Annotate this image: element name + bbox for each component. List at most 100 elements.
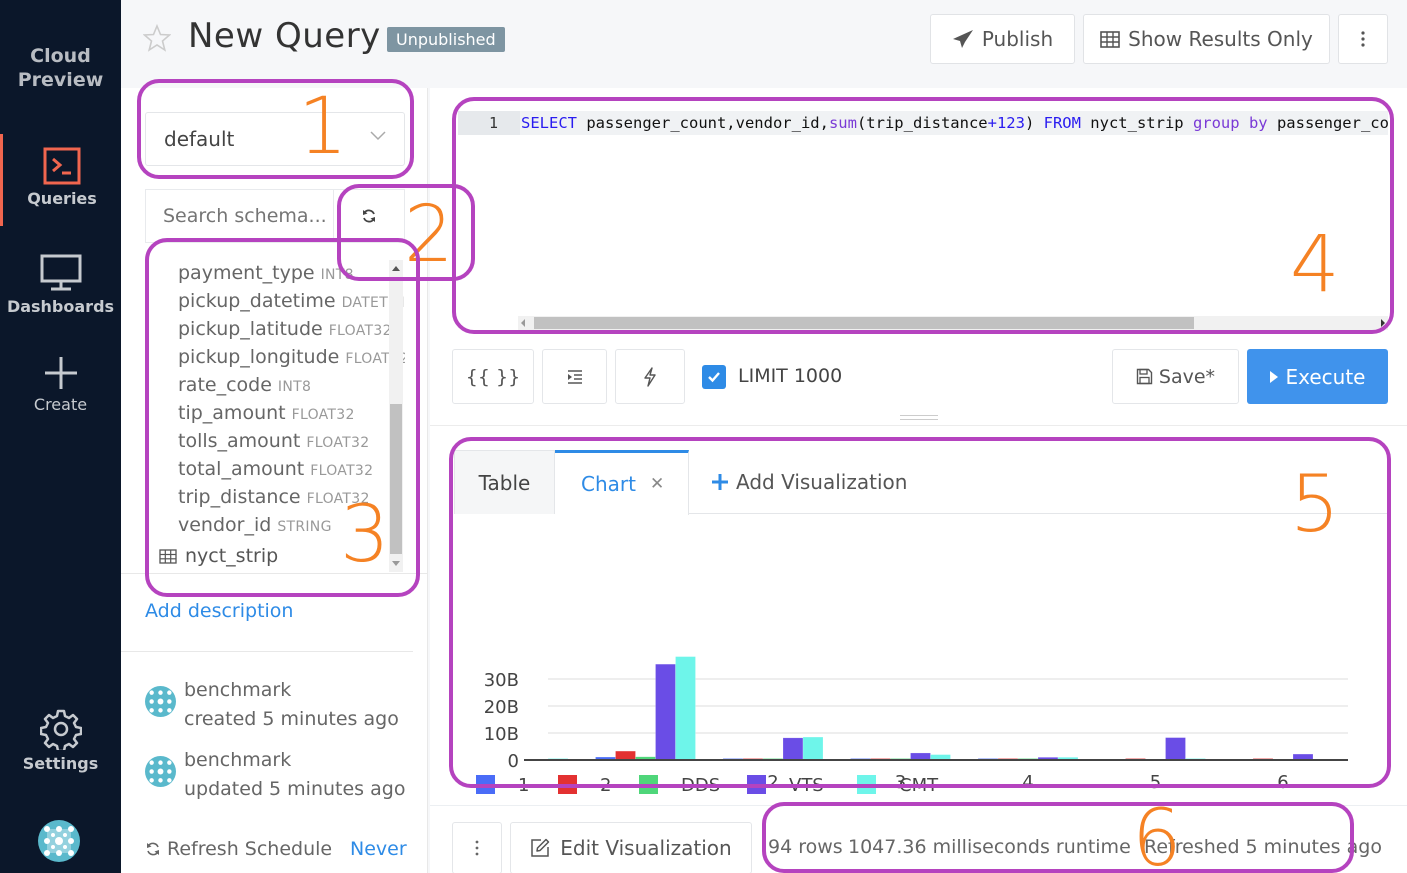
schema-column[interactable]: tolls_amount FLOAT32 [178,430,369,452]
sidebar-item-settings[interactable]: Settings [0,708,121,773]
format-query-button[interactable] [542,349,607,404]
column-name: total_amount [178,458,305,480]
legend-label: VTS [789,775,824,796]
refresh-schedule-value[interactable]: Never [350,838,407,860]
column-name: tolls_amount [178,430,301,452]
plus-icon [44,357,77,389]
column-type: STRING [277,519,332,535]
sql-token: passenger_count,vendor_id, [577,114,829,132]
favorite-star-icon[interactable] [143,24,171,52]
schema-column[interactable]: total_amount FLOAT32 [178,458,373,480]
tab-label: Chart [581,472,636,496]
refresh-schema-button[interactable] [333,189,405,243]
refreshed-time: Refreshed 5 minutes ago [1144,836,1382,858]
column-type: FLOAT32 [306,435,370,451]
schema-column[interactable]: vendor_id STRING [178,514,332,536]
sql-editor[interactable]: 1 SELECT passenger_count,vendor_id,sum(t… [458,108,1390,332]
sql-token: ) [1024,114,1044,132]
data-source-select[interactable]: default [145,112,405,166]
schema-column[interactable]: pickup_longitude FLOAT32 [178,346,405,368]
schema-table[interactable]: nyct_strip [159,545,278,567]
schema-scrollbar[interactable] [389,260,403,572]
add-visualization-button[interactable]: Add Visualization [712,450,907,514]
divider [121,651,413,652]
sidebar-item-queries[interactable]: Queries [0,134,121,226]
legend-label: 2 [600,775,611,796]
execute-button[interactable]: Execute [1247,349,1388,404]
x-tick-label: 2 [767,772,778,793]
row-count: 94 rows [768,836,843,858]
limit-checkbox[interactable] [702,365,726,389]
bar-chart: 010B20B30B12345612DDSVTSCMT [476,656,1348,796]
sidebar-item-dashboards[interactable]: Dashboards [0,253,121,316]
save-button[interactable]: Save* [1112,349,1239,404]
edit-visualization-label: Edit Visualization [560,836,732,860]
scroll-thumb[interactable] [390,404,402,554]
column-name: rate_code [178,374,272,396]
page-header: New Query Unpublished Publish Show Resul… [121,0,1407,88]
schema-search-input[interactable] [145,189,333,243]
scroll-down-icon[interactable] [392,561,400,566]
tab-chart[interactable]: Chart ✕ [555,450,689,515]
scroll-right-icon[interactable] [1381,319,1385,327]
user-avatar[interactable] [38,820,80,862]
schema-panel: default payment_type INT8 pickup_datetime… [121,88,428,873]
publish-button[interactable]: Publish [930,14,1075,64]
sql-token: group [1192,114,1240,132]
add-parameter-button[interactable]: {{ }} [452,349,534,404]
legend-label: 1 [518,775,529,796]
sql-token: SELECT [521,114,577,132]
scroll-up-icon[interactable] [392,266,400,271]
legend-swatch-2 [558,775,577,794]
table-icon [159,548,177,564]
add-visualization-label: Add Visualization [736,470,908,494]
column-type: FLOAT32 [310,463,374,479]
schema-column[interactable]: tip_amount FLOAT32 [178,402,355,424]
autocomplete-toggle-button[interactable] [615,349,685,404]
parameter-icon: {{ }} [465,365,521,388]
sql-token: by [1248,114,1268,132]
history-created: benchmark created 5 minutes ago [145,676,399,734]
legend-swatch-dds [639,775,658,794]
bar-cmt-x2 [802,736,824,761]
schema-column[interactable]: payment_type INT8 [178,262,354,284]
lightning-icon [644,366,656,387]
scroll-left-icon[interactable] [521,319,525,327]
edit-visualization-button[interactable]: Edit Visualization [510,822,752,873]
brand-logo[interactable]: Cloud Preview [0,44,121,92]
legend-label: DDS [681,775,720,796]
history-updated: benchmark updated 5 minutes ago [145,746,405,804]
sql-token: passenger_count,vendor_id [1276,114,1388,132]
scroll-thumb[interactable] [534,317,1194,329]
tab-table[interactable]: Table [454,450,555,514]
refresh-schedule-label: Refresh Schedule [167,838,333,860]
monitor-icon [40,254,81,291]
more-options-button[interactable] [1338,14,1388,64]
column-name: pickup_datetime [178,290,336,312]
limit-label[interactable]: LIMIT 1000 [738,365,842,387]
data-source-value: default [164,127,235,151]
editor-horizontal-scrollbar[interactable] [518,316,1388,330]
sidebar-item-create[interactable]: Create [0,355,121,414]
sidebar-item-label: Dashboards [6,297,115,316]
sidebar: Cloud Preview Queries Dashboards Create … [0,0,121,873]
sidebar-item-label: Queries [27,189,97,208]
avatar-pattern-icon [38,820,80,862]
column-name: payment_type [178,262,315,284]
editor-resize-handle[interactable] [900,415,938,420]
legend-label: CMT [899,775,939,796]
show-results-only-button[interactable]: Show Results Only [1083,14,1330,64]
sql-token: FROM [1043,114,1081,132]
gear-icon [39,709,82,750]
schema-column[interactable]: rate_code INT8 [178,374,311,396]
add-description-link[interactable]: Add description [145,600,293,622]
schema-column[interactable]: pickup_latitude FLOAT32 [178,318,392,340]
sql-code[interactable]: SELECT passenger_count,vendor_id,sum(tri… [521,111,1388,135]
close-icon[interactable]: ✕ [650,474,664,494]
visualization-options-button[interactable] [452,822,502,873]
bar-vts-x1 [655,663,676,761]
schema-column[interactable]: trip_distance FLOAT32 [178,486,370,508]
schema-column[interactable]: pickup_datetimeDATETIME [178,290,405,312]
page-title[interactable]: New Query [188,16,381,56]
sql-token: sum [828,114,857,132]
